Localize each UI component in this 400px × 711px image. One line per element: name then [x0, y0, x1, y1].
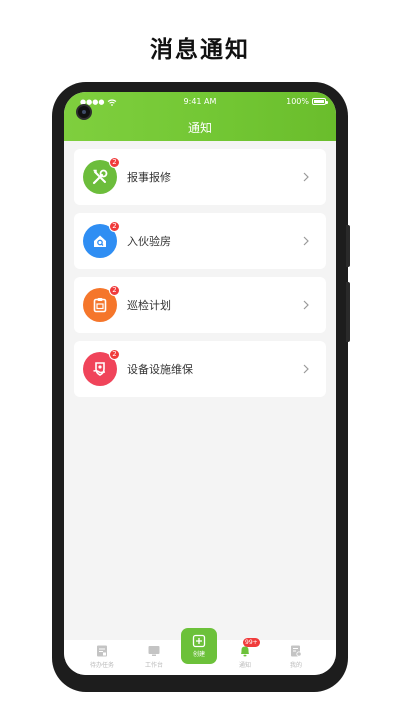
- notification-label: 巡检计划: [127, 299, 171, 312]
- notification-label: 报事报修: [127, 171, 171, 184]
- tab-label: 创建: [192, 651, 205, 658]
- todo-icon: [97, 645, 107, 657]
- notification-label: 入伙验房: [127, 235, 171, 248]
- status-right: 100%: [286, 97, 328, 106]
- notification-item-inspection[interactable]: 2 巡检计划: [74, 277, 326, 333]
- house-icon-glyph: [94, 235, 106, 247]
- unread-badge: 2: [109, 349, 120, 360]
- unread-badge: 2: [109, 157, 120, 168]
- battery-icon: [312, 98, 328, 105]
- top-bar: ●●●● 9:41 AM 100% 通知: [64, 92, 336, 141]
- tab-label: 工作台: [144, 662, 163, 669]
- chevron-right-icon: [303, 172, 309, 182]
- tab-todo[interactable]: 待办任务: [82, 644, 122, 669]
- tab-mine[interactable]: 我的: [276, 644, 316, 669]
- phone-side-button: [346, 282, 350, 342]
- tools-icon: 2: [83, 157, 120, 194]
- house-icon: 2: [83, 221, 120, 258]
- tab-label: 通知: [238, 662, 251, 669]
- notification-item-maintenance[interactable]: 2 设备设施维保: [74, 341, 326, 397]
- create-button[interactable]: 创建: [181, 628, 217, 664]
- chevron-right-icon: [303, 236, 309, 246]
- battery-percent: 100%: [286, 97, 309, 106]
- tools-icon-glyph: [92, 169, 108, 185]
- tab-label: 待办任务: [89, 662, 114, 669]
- page-title: 通知: [187, 121, 212, 135]
- phone-screen: ●●●● 9:41 AM 100% 通知 2 报事报修 2 入伙验房 2 巡检计…: [64, 92, 336, 675]
- promo-title: 消息通知: [150, 37, 250, 63]
- clipboard-icon-glyph: [93, 298, 107, 313]
- tab-label: 我的: [289, 662, 302, 669]
- unread-badge: 2: [109, 221, 120, 232]
- notice-badge: 99+: [243, 638, 260, 647]
- notification-item-repair[interactable]: 2 报事报修: [74, 149, 326, 205]
- front-camera: [76, 104, 92, 120]
- bottom-tab-bar: 待办任务 工作台 创建 通知 99+ 我的: [64, 628, 336, 675]
- profile-icon: [291, 645, 302, 657]
- chevron-right-icon: [303, 364, 309, 374]
- plus-icon: [192, 634, 206, 648]
- chevron-right-icon: [303, 300, 309, 310]
- monitor-icon: [148, 646, 160, 656]
- phone-side-button: [346, 225, 350, 267]
- notification-item-move-in[interactable]: 2 入伙验房: [74, 213, 326, 269]
- clipboard-icon: 2: [83, 285, 120, 322]
- shield-hand-icon-glyph: [93, 362, 106, 376]
- unread-badge: 2: [109, 285, 120, 296]
- notification-label: 设备设施维保: [127, 363, 193, 376]
- shield-hand-icon: 2: [83, 349, 120, 386]
- tab-notice[interactable]: 通知: [225, 644, 265, 669]
- tab-workbench[interactable]: 工作台: [134, 644, 174, 669]
